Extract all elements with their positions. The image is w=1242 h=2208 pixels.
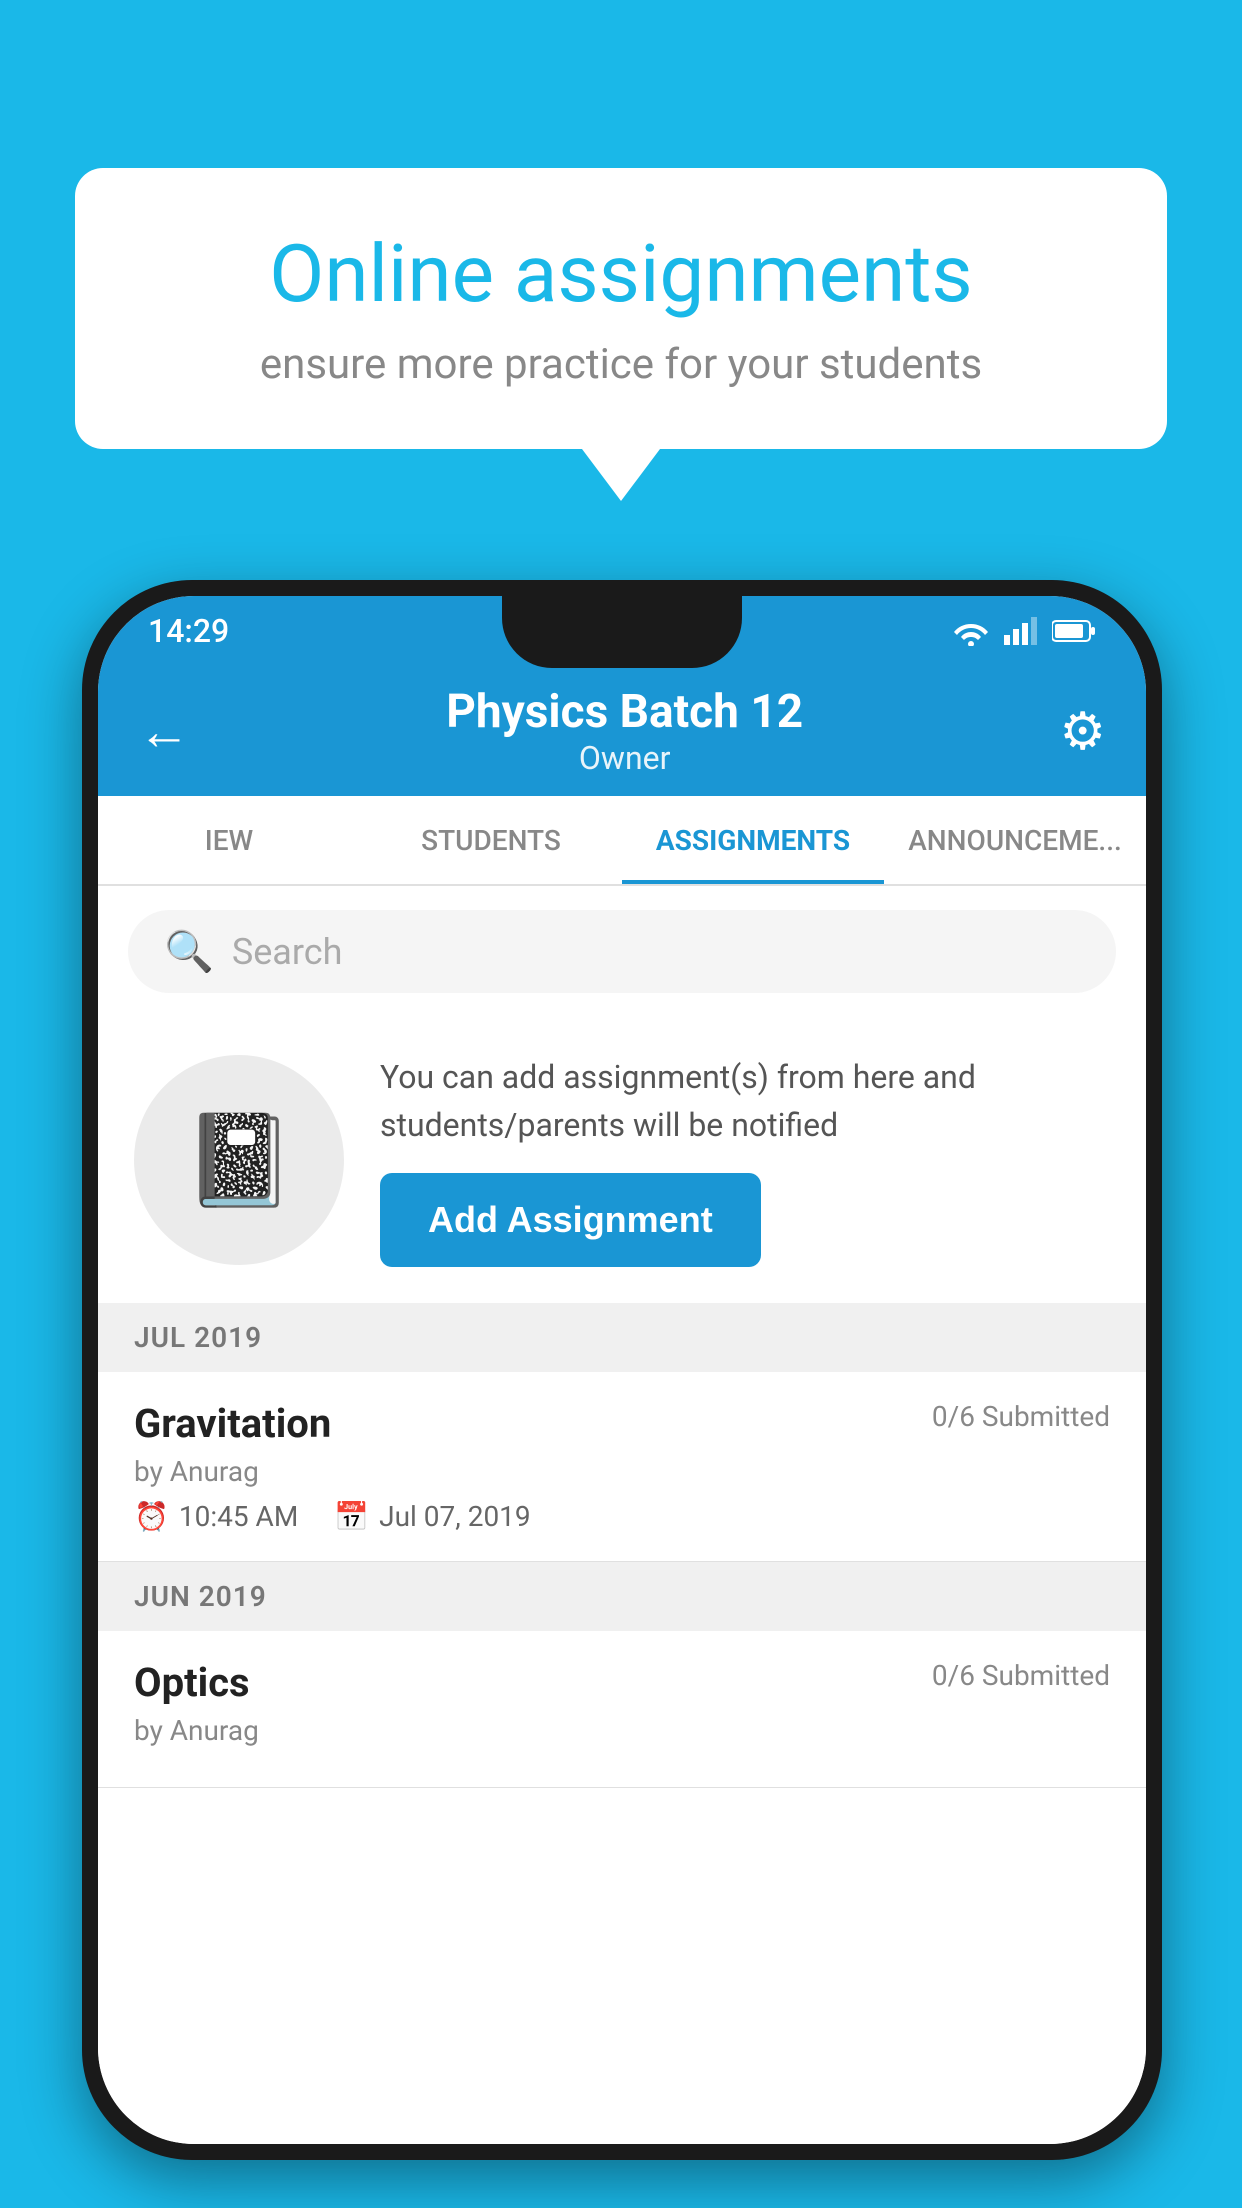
- status-time: 14:29: [148, 612, 229, 650]
- assignment-row-top-optics: Optics 0/6 Submitted: [134, 1659, 1110, 1706]
- phone-notch: [502, 596, 742, 668]
- assignment-date: 📅 Jul 07, 2019: [334, 1500, 530, 1533]
- app-bar-center: Physics Batch 12 Owner: [446, 685, 803, 777]
- assignment-meta: ⏰ 10:45 AM 📅 Jul 07, 2019: [134, 1500, 1110, 1533]
- promo-content: You can add assignment(s) from here and …: [380, 1053, 1110, 1267]
- search-icon: 🔍: [164, 928, 214, 975]
- battery-icon: [1052, 619, 1096, 643]
- assignment-name: Gravitation: [134, 1400, 331, 1447]
- assignment-item-optics[interactable]: Optics 0/6 Submitted by Anurag: [98, 1631, 1146, 1788]
- assignment-item-gravitation[interactable]: Gravitation 0/6 Submitted by Anurag ⏰ 10…: [98, 1372, 1146, 1562]
- wifi-icon: [952, 616, 990, 646]
- promo-card: 📓 You can add assignment(s) from here an…: [98, 1017, 1146, 1303]
- assignment-icon-circle: 📓: [134, 1055, 344, 1265]
- app-bar-subtitle: Owner: [446, 739, 803, 777]
- assignment-row-top: Gravitation 0/6 Submitted: [134, 1400, 1110, 1447]
- settings-icon[interactable]: ⚙: [1059, 701, 1106, 762]
- assignment-by: by Anurag: [134, 1455, 1110, 1488]
- tab-announcements[interactable]: ANNOUNCEME...: [884, 796, 1146, 884]
- signal-icon: [1004, 617, 1038, 645]
- phone-screen: 14:29: [98, 596, 1146, 2144]
- tab-bar: IEW STUDENTS ASSIGNMENTS ANNOUNCEME...: [98, 796, 1146, 886]
- tab-students[interactable]: STUDENTS: [360, 796, 622, 884]
- section-header-jul: JUL 2019: [98, 1303, 1146, 1372]
- add-assignment-button[interactable]: Add Assignment: [380, 1173, 761, 1267]
- app-bar-title: Physics Batch 12: [446, 685, 803, 739]
- status-icons: [952, 616, 1096, 646]
- speech-bubble: Online assignments ensure more practice …: [75, 168, 1167, 449]
- search-container: 🔍 Search: [98, 886, 1146, 1017]
- assignment-time: ⏰ 10:45 AM: [134, 1500, 298, 1533]
- assignment-submitted-optics: 0/6 Submitted: [932, 1659, 1110, 1692]
- phone-frame: 14:29: [82, 580, 1162, 2160]
- speech-bubble-title: Online assignments: [155, 228, 1087, 320]
- calendar-icon: 📅: [334, 1500, 369, 1533]
- speech-bubble-subtitle: ensure more practice for your students: [155, 340, 1087, 389]
- assignment-by-optics: by Anurag: [134, 1714, 1110, 1747]
- tab-assignments[interactable]: ASSIGNMENTS: [622, 796, 884, 884]
- tab-iew[interactable]: IEW: [98, 796, 360, 884]
- promo-description: You can add assignment(s) from here and …: [380, 1053, 1110, 1149]
- assignment-submitted: 0/6 Submitted: [932, 1400, 1110, 1433]
- assignment-name-optics: Optics: [134, 1659, 250, 1706]
- screen-content: IEW STUDENTS ASSIGNMENTS ANNOUNCEME... 🔍…: [98, 796, 1146, 2144]
- search-input[interactable]: Search: [232, 931, 343, 973]
- clock-icon: ⏰: [134, 1500, 169, 1533]
- back-button[interactable]: ←: [138, 701, 190, 762]
- notebook-icon: 📓: [183, 1108, 295, 1213]
- search-bar[interactable]: 🔍 Search: [128, 910, 1116, 993]
- app-bar: ← Physics Batch 12 Owner ⚙: [98, 666, 1146, 796]
- section-header-jun: JUN 2019: [98, 1562, 1146, 1631]
